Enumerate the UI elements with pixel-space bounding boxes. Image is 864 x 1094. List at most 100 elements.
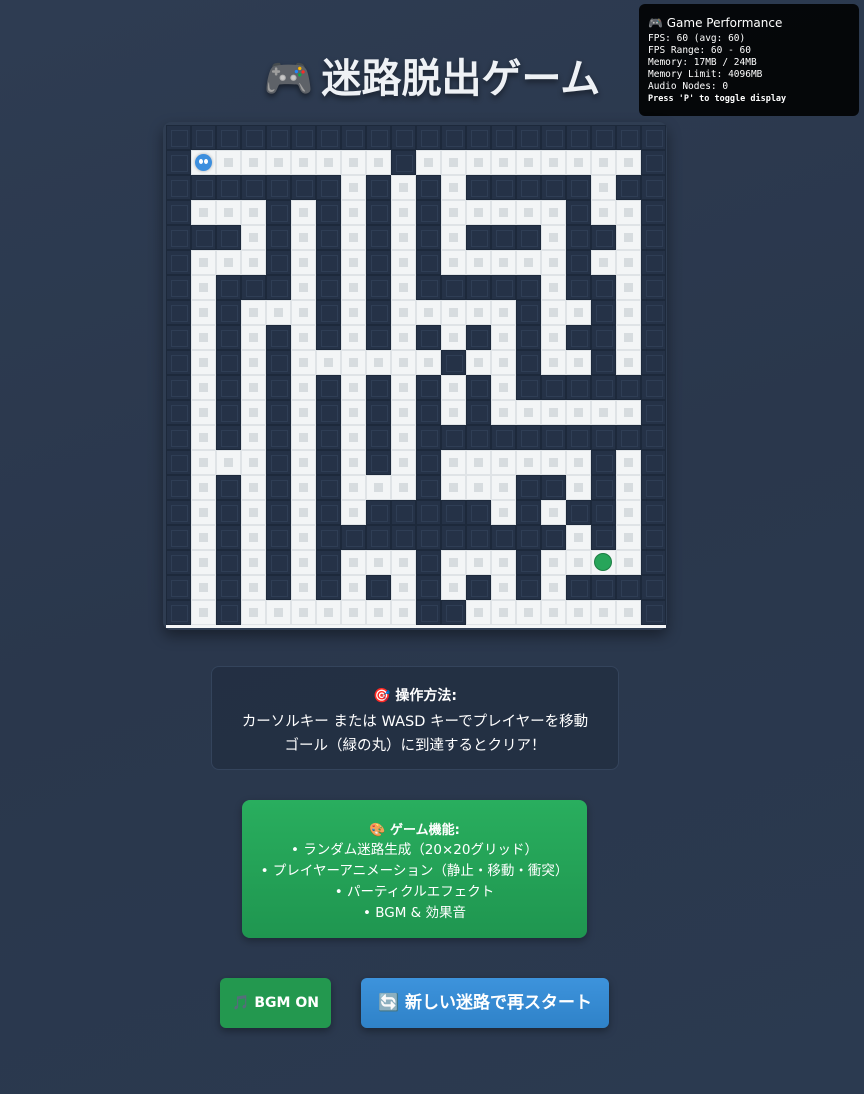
maze-path [341,200,366,225]
maze-path [541,225,566,250]
maze-wall [491,525,516,550]
maze-path [541,550,566,575]
maze-path [466,475,491,500]
maze-wall [591,350,616,375]
maze-wall [566,500,591,525]
maze-wall [166,350,191,375]
maze-wall [591,500,616,525]
maze-path [541,300,566,325]
feature-item: • パーティクルエフェクト [334,884,495,900]
maze-wall [416,125,441,150]
maze-path [341,350,366,375]
maze-path [416,150,441,175]
maze-wall [616,125,641,150]
performance-heading: 🎮 Game Performance [648,16,783,30]
maze-wall [366,325,391,350]
maze-wall [216,300,241,325]
maze-wall [266,125,291,150]
maze-wall [466,325,491,350]
maze-path [391,250,416,275]
maze-wall [641,175,666,200]
maze-wall [416,475,441,500]
maze-path [441,450,466,475]
maze-wall [466,125,491,150]
maze-path [291,575,316,600]
maze-wall [591,575,616,600]
maze-path [241,150,266,175]
maze-wall [416,200,441,225]
audio-nodes-line: Audio Nodes: 0 [648,81,729,92]
maze-path [291,325,316,350]
maze-wall [266,375,291,400]
maze-path [491,300,516,325]
maze-path [541,200,566,225]
maze-wall [416,400,441,425]
maze-wall [366,300,391,325]
maze-path [516,150,541,175]
maze-path [341,325,366,350]
instructions-title: 操作方法: [395,688,457,704]
maze-path [441,375,466,400]
maze-wall [366,225,391,250]
maze-path [516,200,541,225]
maze-path [266,150,291,175]
maze-wall [166,500,191,525]
maze-path [366,550,391,575]
maze-path [541,450,566,475]
maze-wall [516,300,541,325]
maze-path [391,225,416,250]
maze-wall [416,275,441,300]
maze-path [616,325,641,350]
maze-wall [566,325,591,350]
maze-path [541,250,566,275]
maze-path [341,600,366,625]
maze-wall [166,125,191,150]
maze-wall [266,225,291,250]
maze-path [491,150,516,175]
maze-path [416,300,441,325]
maze-path [391,450,416,475]
maze-path [566,400,591,425]
toggle-hint: Press 'P' to toggle display [648,94,787,104]
maze-wall [166,425,191,450]
maze-path [441,250,466,275]
fps-line: FPS: 60 (avg: 60) [648,33,746,44]
maze-wall [591,225,616,250]
maze-board[interactable] [163,122,667,630]
maze-wall [416,525,441,550]
maze-wall [516,525,541,550]
maze-path [491,600,516,625]
maze-wall [266,450,291,475]
maze-path [541,325,566,350]
maze-wall [641,375,666,400]
maze-path [391,275,416,300]
maze-wall [516,125,541,150]
maze-wall [616,575,641,600]
maze-path [366,150,391,175]
instructions-line: ゴール（緑の丸）に到達するとクリア！ [284,738,546,754]
restart-button[interactable]: 🔄 新しい迷路で再スタート [361,978,609,1028]
maze-path [391,400,416,425]
maze-path [391,575,416,600]
maze-wall [216,500,241,525]
maze-path [191,400,216,425]
maze-path [216,150,241,175]
maze-grid[interactable] [166,125,666,625]
maze-wall [191,225,216,250]
maze-path [466,250,491,275]
maze-path [566,450,591,475]
bgm-toggle-button[interactable]: 🎵 BGM ON [220,978,331,1028]
maze-path [516,600,541,625]
maze-wall [416,500,441,525]
maze-path [391,600,416,625]
maze-path [491,575,516,600]
maze-path [366,350,391,375]
maze-path [341,450,366,475]
maze-path [191,250,216,275]
maze-path [341,425,366,450]
maze-wall [316,250,341,275]
features-title: ゲーム機能: [389,823,460,838]
maze-path [341,150,366,175]
maze-path [491,400,516,425]
maze-wall [216,425,241,450]
